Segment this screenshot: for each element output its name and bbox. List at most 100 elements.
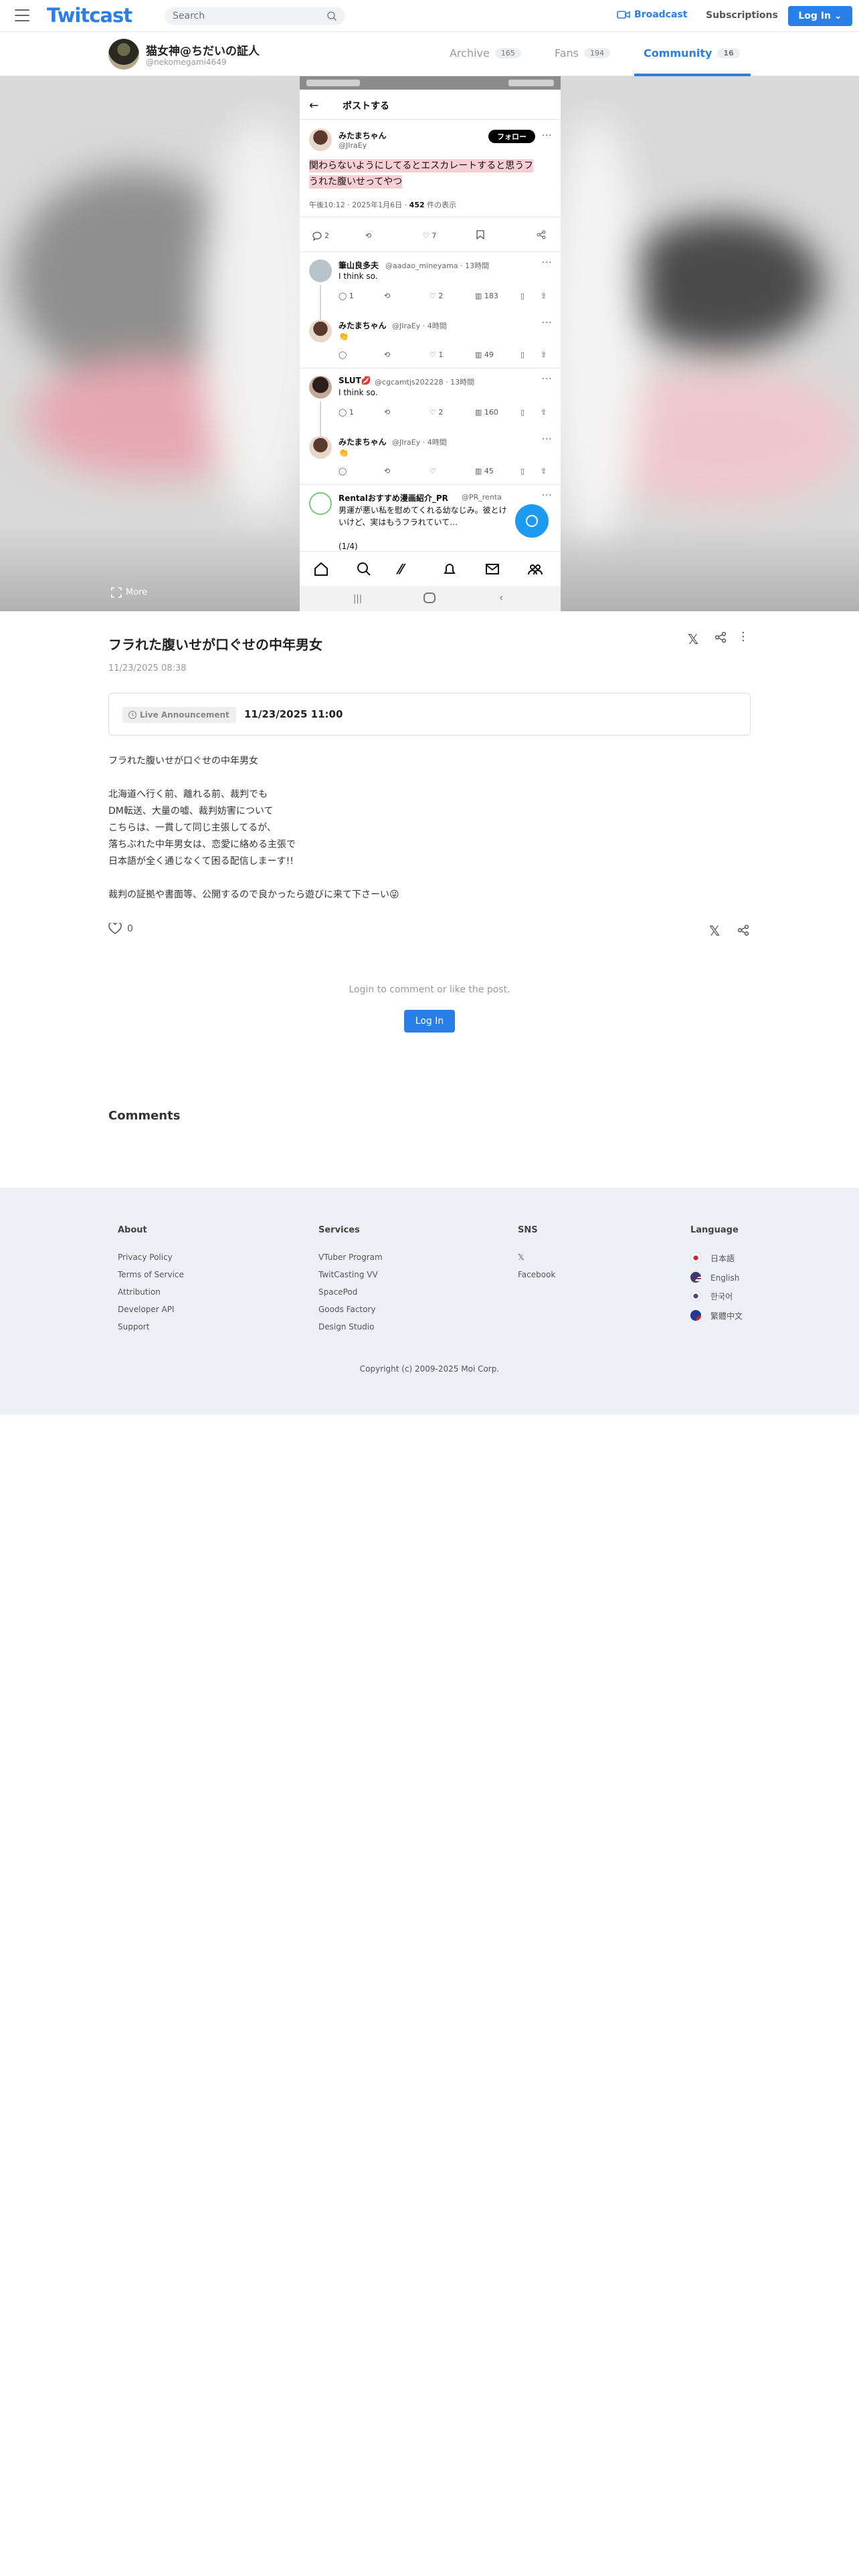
x-share-icon[interactable]: 𝕏 [688,631,698,647]
phone-bottom-nav: ⁄⁄ [300,551,561,586]
menu-icon[interactable] [15,9,29,21]
x-share-icon[interactable]: 𝕏 [709,923,720,939]
body-line [108,770,751,786]
footer-link-privacy[interactable]: Privacy Policy [118,1253,184,1262]
footer-link-terms[interactable]: Terms of Service [118,1270,184,1279]
profile-bar: 猫女神@ちだいの証人 @nekomegami4649 Archive 165 Fa… [0,32,859,76]
bookmark-icon: ▯ [520,350,525,359]
body-line: 落ちぶれた中年男女は、恋愛に絡める主張で [108,839,296,850]
tab-community[interactable]: Community 16 [644,47,740,60]
search-input[interactable] [173,9,320,23]
like-stat: ♡ 2 [430,292,443,300]
expand-icon [111,587,122,598]
more-dots-icon: ··· [542,131,553,141]
language-traditional-chinese[interactable]: 繁體中文 [690,1310,743,1321]
footer-link-developer-api[interactable]: Developer API [118,1305,184,1314]
search-box[interactable] [165,7,345,25]
more-dots-icon: ··· [542,318,553,328]
divider [300,251,561,252]
heart-icon: ♡ [430,292,439,300]
like-stat: ♡ 2 [430,408,443,417]
more-dots-icon: ··· [542,435,553,445]
explore-icon [356,561,372,577]
subscriptions-link[interactable]: Subscriptions [706,10,778,21]
post-date: 11/23/2025 08:38 [108,663,187,673]
body-line: DM転送、大量の嘘、裁判妨害について [108,806,274,817]
profile-name[interactable]: 猫女神@ちだいの証人 [146,41,260,58]
footer-link-support[interactable]: Support [118,1322,184,1331]
views-stat: ▥ 183 [475,292,498,300]
login-button[interactable]: Log In [404,1010,455,1033]
communities-icon [527,561,543,577]
views-stat: ▥ 49 [475,350,494,359]
language-label: 日本語 [710,1254,735,1263]
reply-text: 👏 [339,332,349,341]
footer-link-facebook[interactable]: Facebook [518,1270,555,1279]
thread-line [320,285,321,320]
footer-heading: Language [690,1225,739,1235]
share-icon: ⇪ [541,408,547,417]
footer-services: Services VTuber Program TwitCasting VV S… [318,1225,383,1339]
reply-text: I think so. [339,388,378,397]
bar-chart-icon: ▥ [475,292,484,300]
search-icon[interactable] [326,11,337,21]
language-english[interactable]: English [690,1272,743,1283]
comment-icon: ◯ [339,408,349,417]
avatar[interactable] [108,39,139,70]
reply-avatar [309,376,332,399]
like-button[interactable]: 0 [108,922,133,935]
language-japanese[interactable]: 日本語 [690,1253,743,1264]
expand-more-button[interactable]: More [111,587,147,598]
footer-language: Language 日本語 English 한국어 繁體中文 [690,1225,743,1329]
follow-button: フォロー [488,130,535,143]
body-line: フラれた腹いせが口ぐせの中年男女 [108,756,258,766]
footer-link-twitcasting-vv[interactable]: TwitCasting VV [318,1270,383,1279]
recents-icon: ||| [353,594,363,604]
clock-icon [128,710,137,720]
share-icon [537,230,548,239]
tab-fans[interactable]: Fans 194 [555,47,611,60]
post-image-viewer[interactable]: ← ポストする みたまちゃん @JIraEy フォロー ··· 関わらないように… [0,76,859,611]
site-logo[interactable]: Twitcast [47,4,132,27]
reply-name: みたまちゃん [339,437,387,447]
footer-link-attribution[interactable]: Attribution [118,1287,184,1297]
bell-icon [442,561,458,577]
heart-icon: ♡ [430,467,436,475]
share-icon[interactable] [714,631,727,646]
back-icon: ‹ [499,591,504,604]
footer-link-goods-factory[interactable]: Goods Factory [318,1305,383,1314]
tab-archive[interactable]: Archive 165 [450,47,521,60]
footer-link-x[interactable]: 𝕏 [518,1253,555,1262]
broadcast-link[interactable]: Broadcast [617,9,687,20]
footer-link-spacepod[interactable]: SpacePod [318,1287,383,1297]
comment-icon: ◯ [339,467,347,475]
footer-link-vtuber[interactable]: VTuber Program [318,1253,383,1262]
language-korean[interactable]: 한국어 [690,1291,743,1302]
login-prompt: Login to comment or like the post. [349,984,510,995]
home-icon [313,561,329,577]
tweet-meta: 午後10:12 · 2025年1月6日 · 452 件の表示 [309,199,456,210]
more-vertical-icon[interactable]: · · · [741,627,745,647]
reply-name: SLUT💋 [339,376,371,385]
japan-flag-icon [690,1253,701,1263]
header-login-button[interactable]: Log In ⌄ [788,6,852,26]
body-line: こちらは、一貫して同じ主張してるが、 [108,823,276,833]
copyright: Copyright (c) 2009-2025 Moi Corp. [359,1364,500,1374]
share-icon[interactable] [737,924,749,939]
bookmark-icon: ▯ [520,467,525,475]
live-announcement-box: Live Announcement 11/23/2025 11:00 [108,693,751,736]
tab-label: Archive [450,47,490,60]
footer-heading: Services [318,1225,360,1235]
bookmark-icon: ▯ [520,292,525,300]
comment-icon: ◯ [339,292,349,300]
like-count: 2 [438,292,444,300]
footer-link-design-studio[interactable]: Design Studio [318,1322,383,1331]
views-count: 160 [484,408,498,417]
repost-icon: ⟲ [384,292,391,300]
views-count: 183 [484,292,498,300]
reply-count: 1 [349,292,354,300]
share-icon: ⇪ [541,292,547,300]
tweet-views: 452 [409,201,425,209]
more-label: More [126,587,148,598]
reply-handle: @PR_renta [462,493,502,502]
